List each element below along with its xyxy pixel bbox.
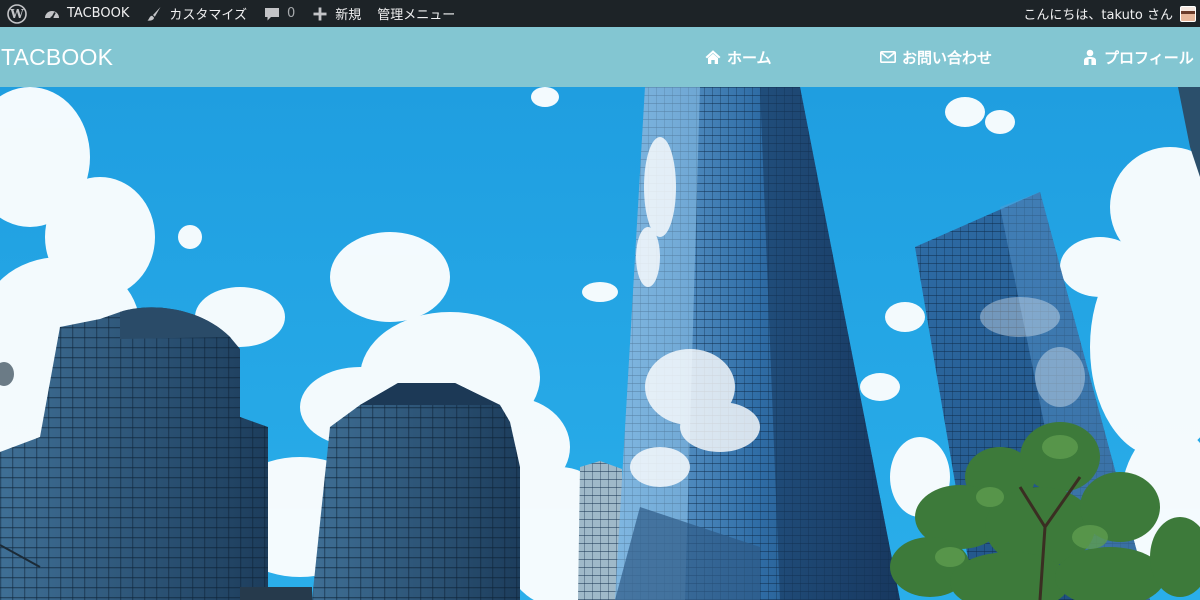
admin-site-name: TACBOOK [67,6,130,21]
new-content-menu[interactable]: 新規 [303,0,369,27]
nav-item-profile[interactable]: プロフィール [1081,27,1194,87]
site-name-menu[interactable]: TACBOOK [35,0,137,27]
nav-label-profile: プロフィール [1104,48,1194,67]
admin-bar-left: W TACBOOK カスタマイズ 0 新規 管理メニュー [0,0,463,27]
nav-item-home[interactable]: ホーム [704,27,772,87]
nav-label-home: ホーム [727,48,772,67]
site-header: TACBOOK ホーム お問い合わせ プロフィール [0,27,1200,87]
comment-bubble-icon [263,5,281,23]
svg-text:W: W [9,7,24,21]
hero-image [0,87,1200,600]
admin-menu-link[interactable]: 管理メニュー [369,0,463,27]
wordpress-menu[interactable]: W [0,0,35,27]
nav-label-contact: お問い合わせ [902,48,993,67]
site-title[interactable]: TACBOOK [0,44,113,71]
admin-bar-right: こんにちは、takuto さん [1015,0,1200,27]
customize-link[interactable]: カスタマイズ [137,0,255,27]
wordpress-logo-icon: W [7,3,27,24]
new-label: 新規 [335,8,362,23]
nav-item-contact[interactable]: お問い合わせ [879,27,992,87]
greeting-text: こんにちは、takuto さん [1023,8,1173,23]
user-icon [1081,48,1099,66]
admin-bar: W TACBOOK カスタマイズ 0 新規 管理メニュー こんにちは、takut… [0,0,1200,27]
comments-count: 0 [286,6,296,21]
admin-menu-label: 管理メニュー [377,8,456,23]
customize-label: カスタマイズ [169,8,247,23]
comments-link[interactable]: 0 [255,0,303,27]
brush-icon [145,5,163,23]
home-icon [704,48,722,66]
dashboard-icon [43,5,61,23]
plus-icon [311,5,329,23]
avatar [1180,5,1196,22]
city-skyscrapers-image [0,87,1200,600]
my-account-menu[interactable]: こんにちは、takuto さん [1015,0,1198,27]
envelope-icon [879,48,897,66]
